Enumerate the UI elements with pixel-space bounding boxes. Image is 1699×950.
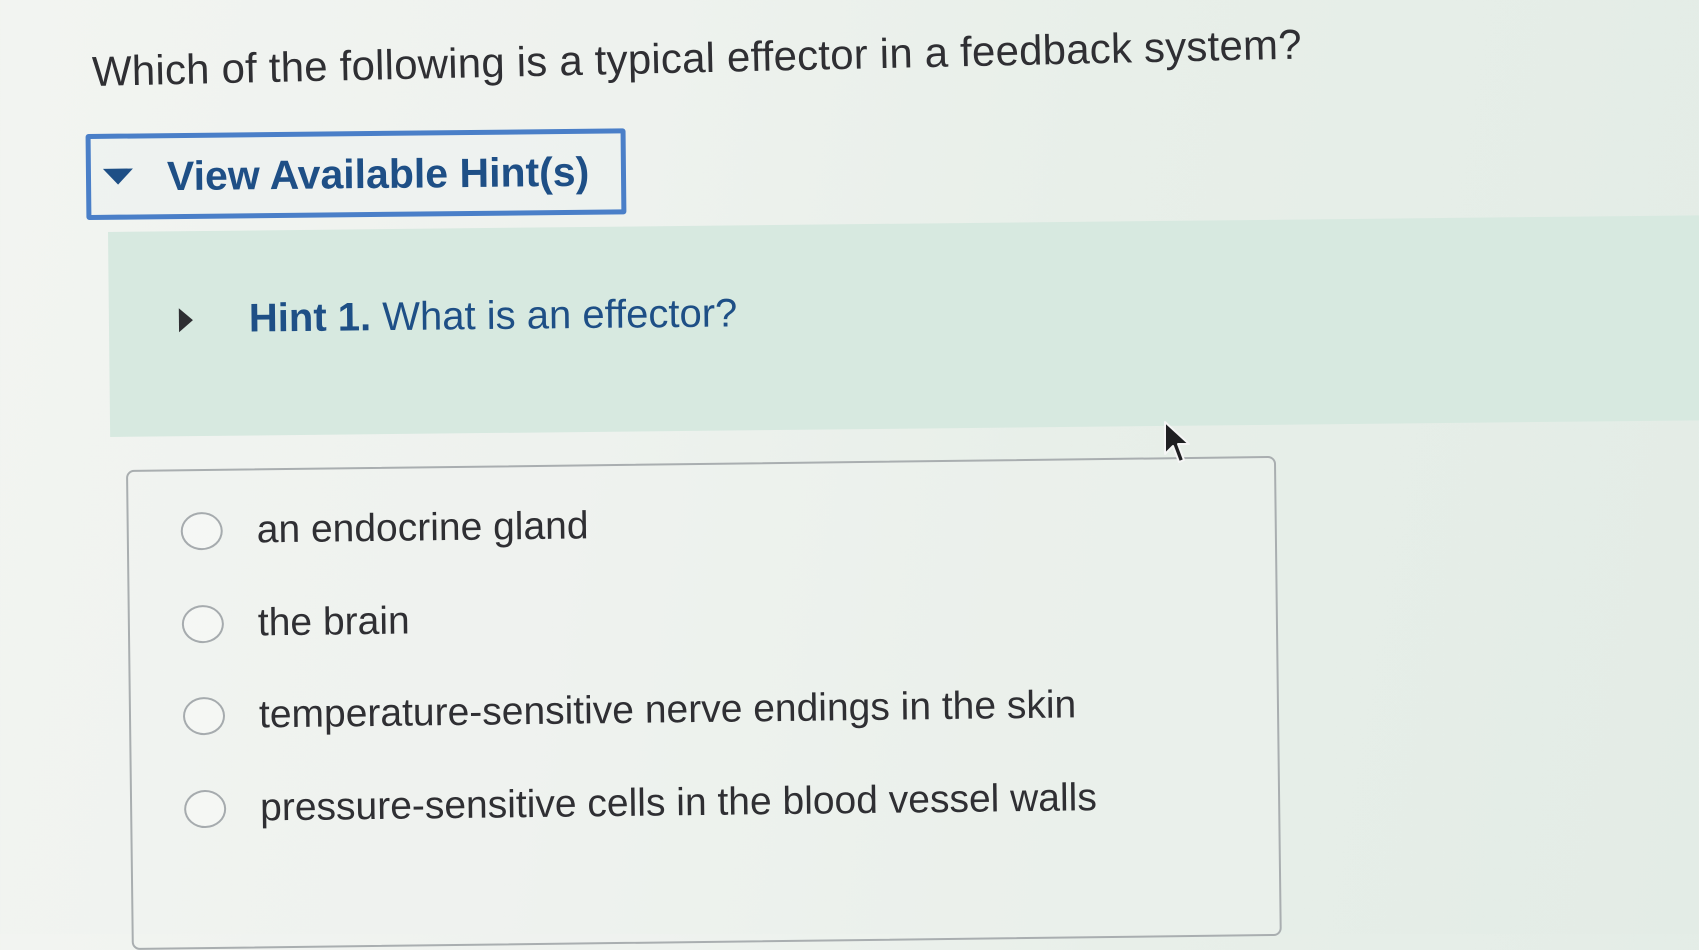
hints-panel: Hint 1. What is an effector? [108,215,1699,437]
option-brain[interactable]: the brain [181,599,410,647]
caret-right-icon [178,307,194,332]
radio-icon[interactable] [182,696,226,736]
mouse-pointer-icon [1164,421,1190,463]
view-hints-label: View Available Hint(s) [166,148,590,199]
question-text: Which of the following is a typical effe… [91,20,1303,95]
hint-1-toggle[interactable]: Hint 1. What is an effector? [178,291,738,342]
option-label: the brain [257,599,410,645]
hint-1-title: Hint 1. What is an effector? [249,291,738,341]
option-pressure-cells[interactable]: pressure-sensitive cells in the blood ve… [183,776,1098,831]
option-label: temperature-sensitive nerve endings in t… [258,683,1077,737]
answer-options-box: an endocrine gland the brain temperature… [126,455,1282,950]
radio-icon[interactable] [181,604,225,644]
radio-icon[interactable] [183,789,227,829]
option-label: pressure-sensitive cells in the blood ve… [259,776,1098,830]
hint-1-number: Hint 1. [248,295,372,341]
caret-down-icon [102,168,134,185]
view-hints-button[interactable]: View Available Hint(s) [85,128,627,220]
option-endocrine-gland[interactable]: an endocrine gland [180,504,589,553]
radio-icon[interactable] [180,511,223,551]
option-label: an endocrine gland [256,504,589,552]
option-temperature-nerve-endings[interactable]: temperature-sensitive nerve endings in t… [182,683,1077,738]
hint-1-question: What is an effector? [382,291,738,340]
